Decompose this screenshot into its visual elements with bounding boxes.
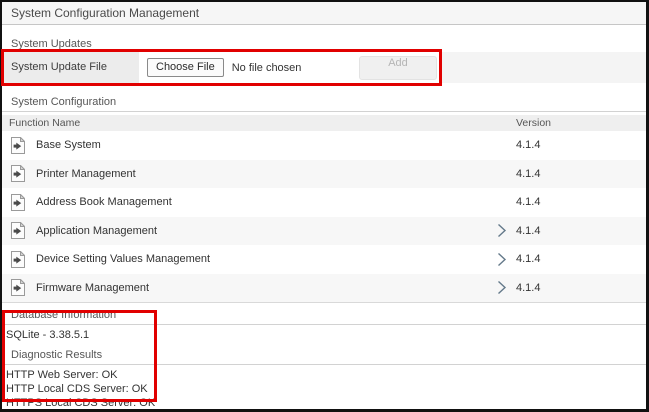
system-update-file-input: Choose File No file chosen Add — [139, 52, 442, 83]
diagnostic-line: HTTP Web Server: OK — [2, 368, 646, 382]
function-version: 4.1.4 — [514, 225, 646, 237]
function-name-cell: Device Setting Values Management — [2, 251, 488, 268]
function-table-row[interactable]: Firmware Management 4.1.4 — [2, 274, 646, 303]
database-information-section-label: Database Information — [2, 309, 646, 325]
update-row-filler — [442, 52, 646, 83]
info-block: Database Information SQLite - 3.38.5.1 D… — [2, 309, 646, 410]
function-table-body: Base System 4.1.4 Printer Management — [2, 131, 646, 303]
function-name-cell: Printer Management — [2, 165, 488, 182]
function-version: 4.1.4 — [514, 196, 646, 208]
system-updates-section-label: System Updates — [2, 38, 646, 50]
function-name: Base System — [36, 139, 101, 151]
diagnostic-results-section-label: Diagnostic Results — [2, 349, 646, 365]
file-chosen-status: No file chosen — [232, 62, 302, 74]
diagnostic-lines: HTTP Web Server: OKHTTP Local CDS Server… — [2, 365, 646, 410]
function-version: 4.1.4 — [514, 253, 646, 265]
system-configuration-section-label: System Configuration — [2, 96, 646, 112]
diagnostic-line: HTTP Local CDS Server: OK — [2, 382, 646, 396]
function-table-row[interactable]: Device Setting Values Management 4.1.4 — [2, 245, 646, 274]
function-table-header: Function Name Version — [2, 115, 646, 131]
function-name: Printer Management — [36, 168, 136, 180]
database-information-value: SQLite - 3.38.5.1 — [2, 325, 646, 345]
install-file-icon — [11, 194, 25, 211]
function-table-row: Base System 4.1.4 — [2, 131, 646, 160]
add-button[interactable]: Add — [359, 56, 437, 80]
system-update-file-label: System Update File — [2, 52, 139, 83]
expand-row-control[interactable] — [488, 280, 514, 295]
expand-row-control[interactable] — [488, 252, 514, 267]
chevron-right-icon — [496, 280, 507, 295]
function-name-cell: Base System — [2, 137, 488, 154]
column-header-function-name: Function Name — [2, 117, 488, 129]
diagnostic-line: HTTPS Local CDS Server: OK — [2, 396, 646, 410]
function-version: 4.1.4 — [514, 139, 646, 151]
function-version: 4.1.4 — [514, 282, 646, 294]
function-table-row: Address Book Management 4.1.4 — [2, 188, 646, 217]
install-file-icon — [11, 279, 25, 296]
expand-row-control[interactable] — [488, 223, 514, 238]
install-file-icon — [11, 165, 25, 182]
function-table-row: Printer Management 4.1.4 — [2, 160, 646, 189]
chevron-right-icon — [496, 252, 507, 267]
function-name-cell: Firmware Management — [2, 279, 488, 296]
function-name-cell: Address Book Management — [2, 194, 488, 211]
function-name: Device Setting Values Management — [36, 253, 210, 265]
choose-file-button[interactable]: Choose File — [147, 58, 224, 77]
system-update-file-row: System Update File Choose File No file c… — [2, 52, 646, 83]
install-file-icon — [11, 137, 25, 154]
function-version: 4.1.4 — [514, 168, 646, 180]
page-title: System Configuration Management — [2, 2, 646, 25]
install-file-icon — [11, 222, 25, 239]
function-name: Application Management — [36, 225, 157, 237]
function-name: Firmware Management — [36, 282, 149, 294]
system-configuration-management-page: System Configuration Management System U… — [0, 0, 649, 412]
function-table-row[interactable]: Application Management 4.1.4 — [2, 217, 646, 246]
column-header-version: Version — [514, 117, 646, 129]
install-file-icon — [11, 251, 25, 268]
chevron-right-icon — [496, 223, 507, 238]
function-name: Address Book Management — [36, 196, 172, 208]
function-name-cell: Application Management — [2, 222, 488, 239]
